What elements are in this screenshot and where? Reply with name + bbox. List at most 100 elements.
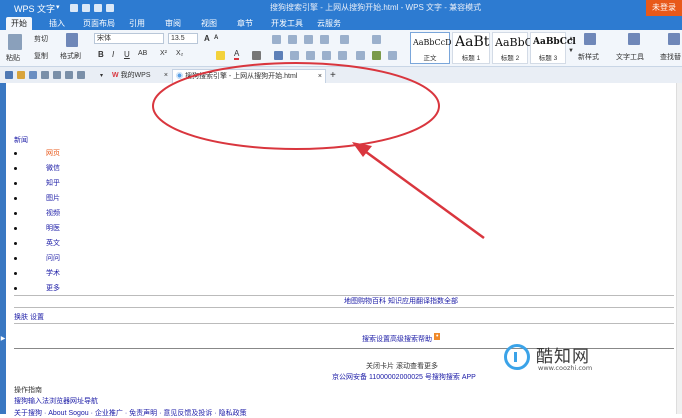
paste-button[interactable]: 粘贴 <box>6 53 20 63</box>
increase-indent-icon[interactable] <box>320 35 329 44</box>
print-icon[interactable] <box>41 71 49 79</box>
save-icon[interactable] <box>94 4 102 12</box>
nav-item-zhihu[interactable]: 知乎 <box>46 178 60 188</box>
style-normal[interactable]: AaBbCcDd 正文 <box>410 32 457 64</box>
font-name-select[interactable]: 宋体 <box>94 33 164 44</box>
save-icon[interactable] <box>29 71 37 79</box>
nav-item-web[interactable]: 网页 <box>46 148 60 158</box>
services-links[interactable]: 地图购物百科 知识应用翻译指数全部 <box>344 296 458 306</box>
input-method-link[interactable]: 搜狗输入法浏览器网址导航 <box>14 396 98 406</box>
styles-expand-icon[interactable]: ▼ <box>568 48 574 54</box>
operation-guide: 操作指南 <box>14 387 42 394</box>
vertical-scrollbar[interactable] <box>676 83 682 414</box>
subscript-button[interactable]: X₂ <box>176 50 183 57</box>
close-icon[interactable]: × <box>318 70 322 84</box>
justify-icon[interactable] <box>322 51 331 60</box>
redo-icon[interactable] <box>77 71 85 79</box>
superscript-button[interactable]: X² <box>160 50 167 57</box>
tab-cloud[interactable]: 云服务 <box>312 17 346 30</box>
bold-button[interactable]: B <box>98 50 104 59</box>
nav-item-weixin[interactable]: 微信 <box>46 163 60 173</box>
open-icon[interactable] <box>17 71 25 79</box>
text-tools-icon[interactable] <box>628 33 640 45</box>
search-help-links[interactable]: 搜索设置高级搜索帮助 <box>362 334 432 344</box>
news-link[interactable]: 新闻 <box>14 135 28 145</box>
copy-button[interactable]: 复制 <box>34 51 48 61</box>
nav-item-scholar[interactable]: 学术 <box>46 268 60 278</box>
menu-bar: 开始 插入 页面布局 引用 审阅 视图 章节 开发工具 云服务 <box>0 16 682 30</box>
style-heading-2[interactable]: AaBbC 标题 2 <box>492 32 533 64</box>
tab-developer[interactable]: 开发工具 <box>266 17 308 30</box>
nav-item-video[interactable]: 视频 <box>46 208 60 218</box>
tab-home[interactable]: 开始 <box>6 17 32 30</box>
footer-links[interactable]: 关于搜狗 · About Sogou · 企业推广 · 免责声明 · 意见反馈及… <box>14 408 247 418</box>
tab-chapter[interactable]: 章节 <box>232 17 258 30</box>
format-painter-icon[interactable] <box>66 33 78 47</box>
char-shading-icon[interactable] <box>252 51 261 60</box>
shading-icon[interactable] <box>372 51 381 60</box>
new-doc-icon[interactable] <box>5 71 13 79</box>
close-icon[interactable]: × <box>164 69 168 83</box>
icp-record-link[interactable]: 京公网安备 11000002000025 号搜狗搜索 APP <box>332 372 476 382</box>
print-preview-icon[interactable] <box>53 71 61 79</box>
chevron-down-icon[interactable]: ▾ <box>100 69 103 83</box>
undo-icon[interactable] <box>65 71 73 79</box>
new-style-icon[interactable] <box>584 33 596 45</box>
styles-more-icon[interactable]: ▲ <box>568 36 574 42</box>
chevron-down-icon[interactable]: ▾ <box>56 3 60 11</box>
highlight-icon[interactable] <box>216 51 225 60</box>
tab-review[interactable]: 审阅 <box>160 17 186 30</box>
new-style-button[interactable]: 新样式 <box>578 52 599 62</box>
nav-item-more[interactable]: 更多 <box>46 283 60 293</box>
bullets-icon[interactable] <box>272 35 281 44</box>
print-icon[interactable] <box>106 4 114 12</box>
text-tools-button[interactable]: 文字工具 <box>616 52 644 62</box>
nav-item-english[interactable]: 英文 <box>46 238 60 248</box>
skin-settings-link[interactable]: 换肤 设置 <box>14 312 44 322</box>
find-icon[interactable] <box>668 33 680 45</box>
login-button[interactable]: 未登录 <box>646 0 682 16</box>
notice-badge: • <box>434 333 441 340</box>
shrink-font-button[interactable]: A <box>214 35 218 41</box>
grow-font-button[interactable]: A <box>204 34 210 43</box>
show-marks-icon[interactable] <box>372 35 381 44</box>
borders-icon[interactable] <box>388 51 397 60</box>
bullet <box>14 197 17 200</box>
tab-view[interactable]: 视图 <box>196 17 222 30</box>
underline-button[interactable]: U <box>124 50 130 59</box>
tab-page-layout[interactable]: 页面布局 <box>78 17 120 30</box>
font-size-select[interactable]: 13.5 <box>168 33 198 44</box>
app-menu-label[interactable]: WPS 文字 <box>14 2 55 15</box>
paste-icon[interactable] <box>8 34 22 50</box>
line-spacing-icon[interactable] <box>356 51 365 60</box>
tab-document[interactable]: ◉ 搜狗搜索引擎 - 上网从搜狗开始.html × <box>172 69 326 83</box>
html-doc-icon: ◉ <box>176 73 183 80</box>
tab-references[interactable]: 引用 <box>124 17 150 30</box>
style-sample: AaBbCcDd <box>413 38 457 47</box>
style-heading-3[interactable]: AaBbCcl 标题 3 <box>530 32 576 64</box>
sort-icon[interactable] <box>340 35 349 44</box>
nav-item-mingyi[interactable]: 明医 <box>46 223 60 233</box>
align-left-icon[interactable] <box>274 51 283 60</box>
cut-button[interactable]: 剪切 <box>34 34 48 44</box>
nav-item-images[interactable]: 图片 <box>46 193 60 203</box>
font-color-button[interactable]: A <box>234 49 240 60</box>
numbering-icon[interactable] <box>288 35 297 44</box>
italic-button[interactable]: I <box>112 50 114 59</box>
tab-insert[interactable]: 插入 <box>44 17 70 30</box>
decrease-indent-icon[interactable] <box>304 35 313 44</box>
find-replace-button[interactable]: 查找替 <box>660 52 681 62</box>
open-icon[interactable] <box>82 4 90 12</box>
tab-my-wps[interactable]: W 我的WPS × <box>112 69 170 83</box>
strikethrough-button[interactable]: AB <box>138 50 147 57</box>
distributed-icon[interactable] <box>338 51 347 60</box>
align-right-icon[interactable] <box>306 51 315 60</box>
close-card-text[interactable]: 关闭卡片 滚动查看更多 <box>366 361 438 371</box>
nav-item-wenwen[interactable]: 问问 <box>46 253 60 263</box>
format-painter-button[interactable]: 格式刷 <box>60 51 81 61</box>
style-heading-1[interactable]: AaBt 标题 1 <box>452 32 490 64</box>
new-doc-icon[interactable] <box>70 4 78 12</box>
align-center-icon[interactable] <box>290 51 299 60</box>
quick-access-toolbar <box>70 4 114 12</box>
new-tab-button[interactable]: + <box>330 69 336 83</box>
